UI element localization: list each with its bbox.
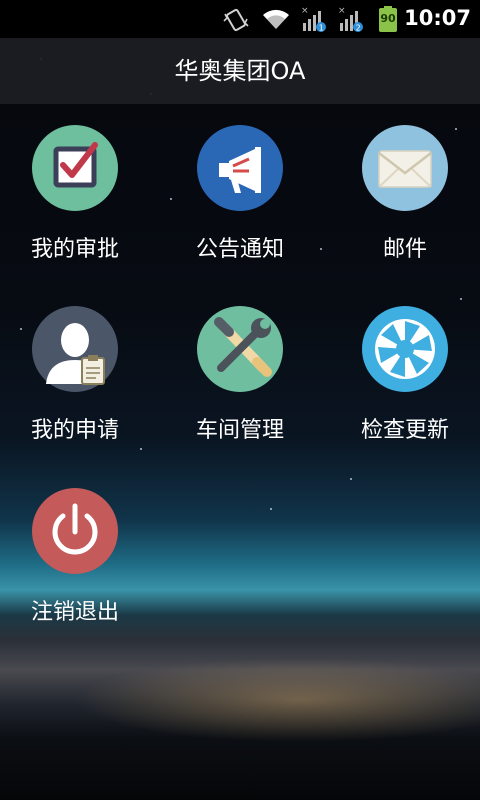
- menu-item-label: 公告通知: [195, 237, 284, 262]
- star: [460, 298, 462, 300]
- envelope-icon: [378, 150, 432, 188]
- tools-icon: [214, 317, 272, 377]
- menu-item-label: 注销退出: [30, 600, 119, 625]
- svg-text:2: 2: [356, 24, 361, 33]
- battery-level: 90: [380, 12, 396, 25]
- menu-item-announcements[interactable]: 公告通知: [165, 125, 315, 285]
- aperture-icon: [375, 319, 435, 379]
- megaphone-icon: [219, 147, 261, 193]
- signal-sim2-icon: × 2: [338, 6, 363, 33]
- title-bar: 华奥集团OA: [0, 38, 480, 104]
- svg-text:×: ×: [301, 6, 309, 16]
- menu-item-mail[interactable]: 邮件: [330, 125, 480, 285]
- power-icon: [52, 503, 98, 555]
- requests-icon-circle: [32, 306, 118, 392]
- svg-text:1: 1: [319, 24, 324, 33]
- menu-item-label: 我的申请: [30, 418, 119, 443]
- menu-item-approval[interactable]: 我的审批: [0, 125, 150, 285]
- checkbox-icon: [53, 142, 98, 188]
- star: [350, 478, 352, 480]
- menu-item-workshop[interactable]: 车间管理: [165, 306, 315, 466]
- logout-icon-circle: [32, 488, 118, 574]
- vibrate-icon: [223, 8, 249, 32]
- star: [270, 508, 272, 510]
- announcements-icon-circle: [197, 125, 283, 211]
- mail-icon-circle: [362, 125, 448, 211]
- menu-item-logout[interactable]: 注销退出: [0, 488, 150, 648]
- star: [320, 248, 322, 250]
- status-time: 10:07: [404, 6, 471, 30]
- page-title: 华奥集团OA: [174, 57, 306, 85]
- menu-item-label: 车间管理: [195, 418, 284, 443]
- status-bar: × 1 × 2 90 10:07: [0, 0, 480, 38]
- update-icon-circle: [362, 306, 448, 392]
- svg-text:×: ×: [338, 6, 346, 16]
- menu-item-label: 我的审批: [30, 237, 119, 262]
- menu-item-my-requests[interactable]: 我的申请: [0, 306, 150, 466]
- app-screen: × 1 × 2 90 10:07 华奥集团OA 我的审批 公告通知 邮件 我的申…: [0, 0, 480, 800]
- wifi-icon: [263, 9, 289, 29]
- menu-item-label: 检查更新: [360, 418, 449, 443]
- user-clipboard-icon: [46, 323, 105, 385]
- workshop-icon-circle: [197, 306, 283, 392]
- approval-icon-circle: [32, 125, 118, 211]
- battery-icon: 90: [377, 5, 399, 33]
- signal-sim1-icon: × 1: [301, 6, 326, 33]
- menu-item-label: 邮件: [382, 237, 427, 262]
- menu-item-check-update[interactable]: 检查更新: [330, 306, 480, 466]
